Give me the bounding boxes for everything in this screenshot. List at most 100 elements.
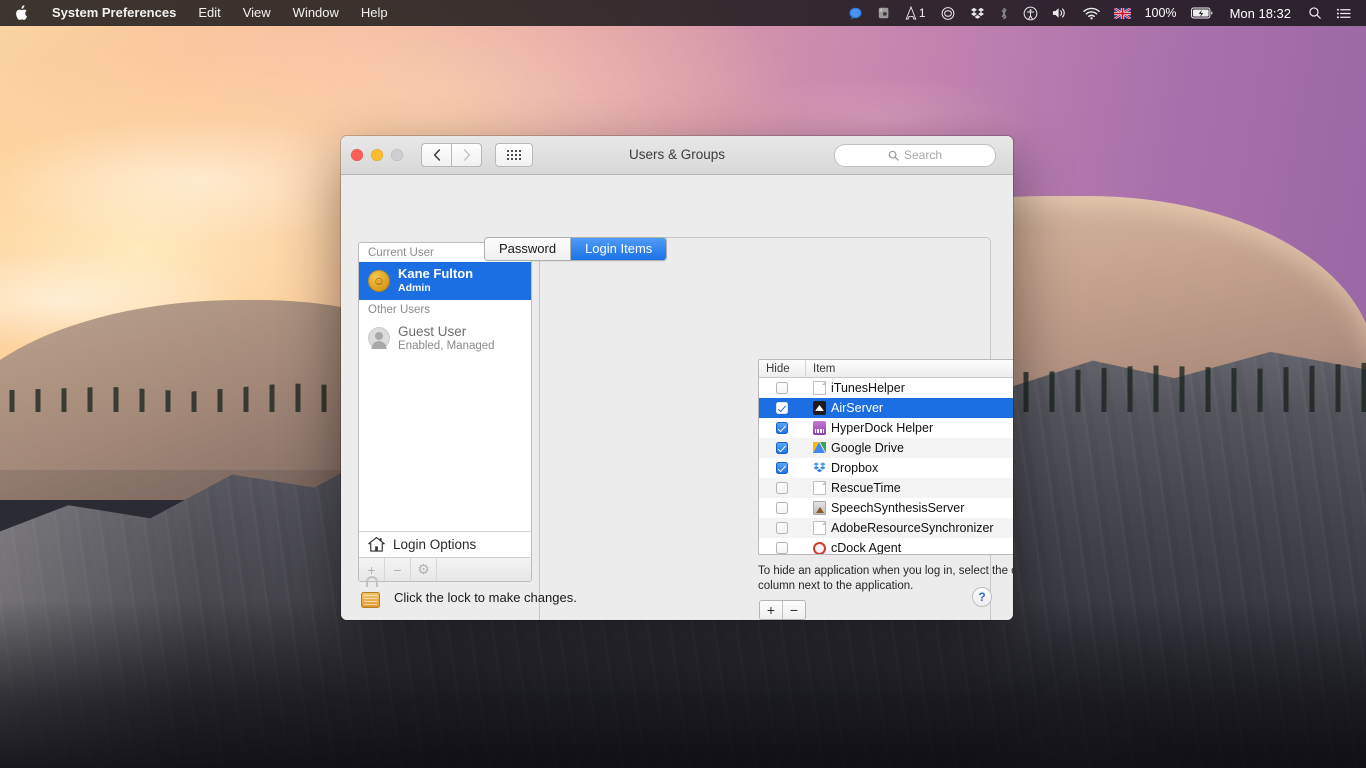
wifi-icon[interactable] <box>1076 0 1107 26</box>
hide-checkbox-cell[interactable] <box>759 482 805 494</box>
hide-checkbox[interactable] <box>776 542 788 554</box>
user-role: Admin <box>398 281 431 294</box>
volume-icon[interactable] <box>1045 0 1076 26</box>
menu-system-preferences[interactable]: System Preferences <box>41 0 187 26</box>
hide-checkbox-cell[interactable] <box>759 402 805 414</box>
accessibility-icon[interactable] <box>1016 0 1045 26</box>
window-titlebar[interactable]: Users & Groups Search <box>341 136 1013 175</box>
tab-login-items[interactable]: Login Items <box>570 238 667 260</box>
hide-checkbox-cell[interactable] <box>759 462 805 474</box>
menu-view[interactable]: View <box>232 0 282 26</box>
spotlight-search-icon[interactable] <box>1301 0 1329 26</box>
column-header-hide[interactable]: Hide <box>759 360 805 377</box>
search-placeholder: Search <box>903 148 943 162</box>
hide-checkbox-cell[interactable] <box>759 382 805 394</box>
table-row[interactable]: cDock AgentApplication <box>759 538 1013 554</box>
item-name-cell: Dropbox <box>805 461 1013 475</box>
show-all-grid-icon[interactable] <box>495 143 533 167</box>
hide-checkbox[interactable] <box>776 382 788 394</box>
column-header-item[interactable]: Item <box>805 360 1013 377</box>
table-row[interactable]: HyperDock HelperApplication <box>759 418 1013 438</box>
help-button[interactable]: ? <box>972 587 992 607</box>
item-name-cell: AdobeResourceSynchronizer <box>805 521 1013 535</box>
add-login-item-button[interactable]: + <box>760 601 782 619</box>
apple-logo-icon[interactable] <box>0 0 41 26</box>
item-name: SpeechSynthesisServer <box>831 501 965 515</box>
hide-checkbox[interactable] <box>776 442 788 454</box>
window-controls <box>341 149 403 161</box>
hide-checkbox[interactable] <box>776 422 788 434</box>
table-row[interactable]: DropboxApplication <box>759 458 1013 478</box>
hide-checkbox-cell[interactable] <box>759 502 805 514</box>
tab-password[interactable]: Password <box>485 238 571 260</box>
close-button[interactable] <box>351 149 363 161</box>
login-items-table[interactable]: Hide Item Kind iTunesHelperUnknownAirSer… <box>758 359 1013 555</box>
hide-checkbox[interactable] <box>776 402 788 414</box>
item-name: AirServer <box>831 401 884 415</box>
sidebar-toolbar: + − ⚙ <box>359 557 531 581</box>
hide-checkbox-cell[interactable] <box>759 422 805 434</box>
item-name: Dropbox <box>831 461 879 475</box>
table-row[interactable]: AdobeResourceSynchronizerUnknown <box>759 518 1013 538</box>
menu-bar-left: System Preferences Edit View Window Help <box>0 0 399 26</box>
input-flag-uk-icon[interactable] <box>1107 0 1138 26</box>
item-name-cell: SpeechSynthesisServer <box>805 501 1013 515</box>
table-row[interactable]: iTunesHelperUnknown <box>759 378 1013 398</box>
sidebar-group-header-other: Other Users <box>359 300 531 319</box>
item-name: RescueTime <box>831 481 901 495</box>
zoom-button <box>391 149 403 161</box>
table-row[interactable]: SpeechSynthesisServerApplication <box>759 498 1013 518</box>
battery-icon[interactable] <box>1184 0 1220 26</box>
table-body: iTunesHelperUnknownAirServerApplicationH… <box>759 378 1013 554</box>
minimize-button[interactable] <box>371 149 383 161</box>
settings-gear-button[interactable]: ⚙ <box>411 558 437 581</box>
back-button[interactable] <box>421 143 451 167</box>
bluetooth-icon[interactable] <box>992 0 1016 26</box>
menu-edit[interactable]: Edit <box>187 0 231 26</box>
table-row[interactable]: Google DriveApplication <box>759 438 1013 458</box>
sidebar-item-guest-user[interactable]: Guest User Enabled, Managed <box>359 319 531 359</box>
generic-document-icon <box>813 381 826 395</box>
remove-login-item-button[interactable]: − <box>782 601 805 619</box>
item-name: iTunesHelper <box>831 381 905 395</box>
users-and-groups-window: Users & Groups Search Current User ☺ Kan… <box>341 136 1013 620</box>
adobe-app-icon[interactable]: 1 <box>898 0 933 26</box>
hide-checkbox-cell[interactable] <box>759 542 805 554</box>
hide-checkbox[interactable] <box>776 462 788 474</box>
sidebar-item-login-options[interactable]: Login Options <box>359 531 531 557</box>
search-input[interactable]: Search <box>834 143 996 167</box>
battery-percent-label: 100% <box>1138 0 1184 26</box>
creative-cloud-icon[interactable] <box>933 0 963 26</box>
item-name: AdobeResourceSynchronizer <box>831 521 994 535</box>
hide-checkbox-cell[interactable] <box>759 442 805 454</box>
evernote-icon[interactable] <box>870 0 898 26</box>
hide-checkbox[interactable] <box>776 502 788 514</box>
user-name: Kane Fulton <box>398 266 474 281</box>
user-text-block: Guest User Enabled, Managed <box>398 324 495 353</box>
user-status: Enabled, Managed <box>398 339 495 352</box>
airserver-icon <box>813 401 826 415</box>
messages-bubble-icon[interactable] <box>841 0 870 26</box>
closed-padlock-icon[interactable] <box>361 576 382 609</box>
remove-user-button[interactable]: − <box>385 558 411 581</box>
forward-button <box>451 143 482 167</box>
speech-synthesis-icon <box>813 501 826 515</box>
adobe-badge-count: 1 <box>918 6 926 20</box>
lock-control[interactable]: Click the lock to make changes. <box>361 576 577 609</box>
generic-document-icon <box>813 521 826 535</box>
menu-window[interactable]: Window <box>282 0 350 26</box>
table-row[interactable]: AirServerApplication <box>759 398 1013 418</box>
item-name-cell: HyperDock Helper <box>805 421 1013 435</box>
sidebar-item-kane-fulton[interactable]: ☺ Kane Fulton Admin <box>359 262 531 300</box>
hide-checkbox[interactable] <box>776 482 788 494</box>
menu-help[interactable]: Help <box>350 0 399 26</box>
notification-center-icon[interactable] <box>1329 0 1358 26</box>
user-name: Guest User <box>398 324 467 339</box>
menu-bar-clock[interactable]: Mon 18:32 <box>1220 6 1301 21</box>
hide-checkbox[interactable] <box>776 522 788 534</box>
cdock-icon <box>813 541 826 554</box>
hide-checkbox-cell[interactable] <box>759 522 805 534</box>
dropbox-icon[interactable] <box>963 0 992 26</box>
table-row[interactable]: RescueTimeUnknown <box>759 478 1013 498</box>
item-name-cell: cDock Agent <box>805 541 1013 554</box>
